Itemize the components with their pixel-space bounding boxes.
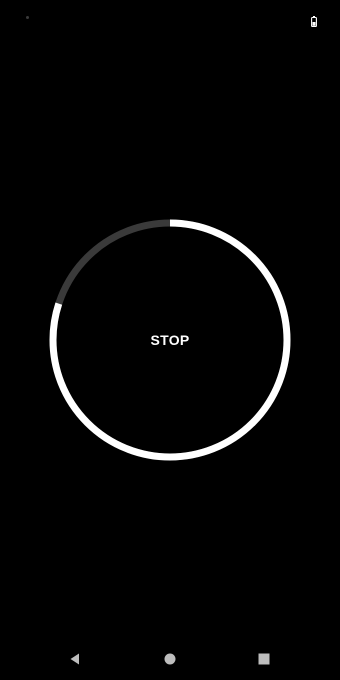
stop-button[interactable]: STOP [120,290,220,390]
battery-icon [311,14,317,28]
timer-control: STOP [49,219,291,461]
home-icon[interactable] [158,647,182,671]
navigation-bar [0,636,340,680]
status-bar [0,0,340,36]
recents-icon[interactable] [252,647,276,671]
notification-dot-icon [26,16,29,19]
back-icon[interactable] [63,647,87,671]
